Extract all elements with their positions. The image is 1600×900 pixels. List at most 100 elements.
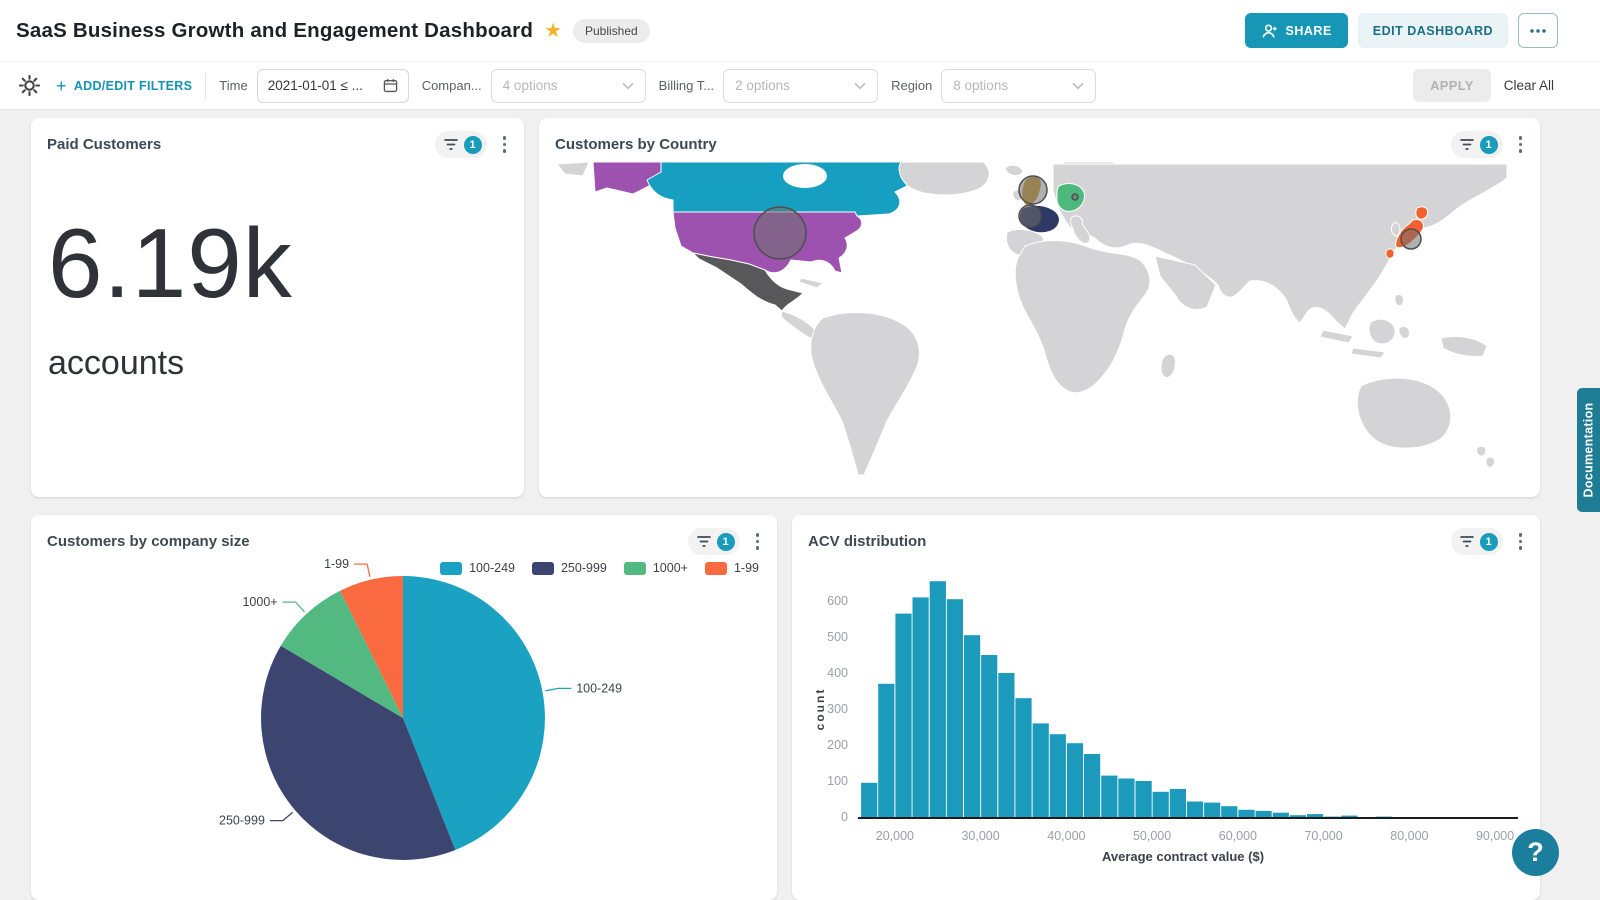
time-filter-value: 2021-01-01 ≤ ... <box>268 78 363 93</box>
map-bubble-japan[interactable] <box>1401 229 1421 249</box>
filter-label-time: Time <box>219 78 247 93</box>
region-africa[interactable] <box>1015 240 1150 392</box>
map-bubble-germany[interactable] <box>1072 194 1078 200</box>
histogram-bar[interactable] <box>1290 815 1306 817</box>
map-bubble-usa[interactable] <box>754 207 806 259</box>
histogram-bar[interactable] <box>964 635 980 817</box>
histogram-bar[interactable] <box>1033 723 1049 817</box>
widget-menu-button[interactable] <box>1514 530 1528 553</box>
favorite-star-icon[interactable]: ★ <box>544 21 562 41</box>
pie-slice-label: 100-249 <box>576 681 622 695</box>
histogram-bar[interactable] <box>861 783 877 817</box>
histogram-bar[interactable] <box>1273 813 1289 817</box>
histogram-bar[interactable] <box>1050 734 1066 817</box>
filter-label-billing: Billing T... <box>659 78 714 93</box>
histogram-bar[interactable] <box>1238 810 1254 817</box>
pie-slice-label: 250-999 <box>219 814 265 828</box>
pie-slice-label: 1-99 <box>324 557 349 571</box>
island-sulawesi[interactable] <box>1399 326 1409 338</box>
filter-bar: + ADD/EDIT FILTERS Time 2021-01-01 ≤ ...… <box>0 62 1600 110</box>
documentation-tab[interactable]: Documentation <box>1577 388 1600 512</box>
histogram-bar[interactable] <box>1256 811 1272 817</box>
help-button[interactable]: ? <box>1512 829 1559 876</box>
y-tick-label: 500 <box>827 630 848 644</box>
histogram-bar[interactable] <box>1015 698 1031 817</box>
country-cuba[interactable] <box>799 278 823 288</box>
y-tick-label: 200 <box>827 738 848 752</box>
histogram-bar[interactable] <box>1170 789 1186 817</box>
x-tick-label: 20,000 <box>876 829 914 843</box>
add-edit-filters-button[interactable]: + ADD/EDIT FILTERS <box>56 77 192 95</box>
histogram-bar[interactable] <box>1118 779 1134 818</box>
y-tick-label: 100 <box>827 774 848 788</box>
billing-type-filter-select[interactable]: 2 options <box>723 69 878 103</box>
chevron-down-icon <box>1072 82 1084 90</box>
plus-icon: + <box>56 77 67 95</box>
filter-count-badge: 1 <box>1480 136 1498 154</box>
funnel-icon <box>1460 138 1474 151</box>
island-sumatra[interactable] <box>1320 330 1353 343</box>
documentation-tab-label: Documentation <box>1582 403 1596 498</box>
country-japan-kyushu[interactable] <box>1386 249 1394 258</box>
region-greenland[interactable] <box>899 162 989 195</box>
region-south-america[interactable] <box>811 312 920 475</box>
widget-filter-indicator[interactable]: 1 <box>1451 131 1503 158</box>
filter-label-company: Compan... <box>422 78 482 93</box>
hudson-bay <box>783 164 827 188</box>
map-bubble-france[interactable] <box>1019 205 1041 227</box>
y-tick-label: 400 <box>827 666 848 680</box>
map-bubble-uk[interactable] <box>1019 176 1047 204</box>
country-iceland[interactable] <box>1005 165 1023 175</box>
histogram-bar[interactable] <box>1084 754 1100 817</box>
histogram-bar[interactable] <box>1204 803 1220 817</box>
x-tick-label: 40,000 <box>1047 829 1085 843</box>
widget-title: ACV distribution <box>808 533 926 550</box>
country-australia[interactable] <box>1357 378 1450 448</box>
histogram-bar[interactable] <box>913 597 929 817</box>
histogram-bar[interactable] <box>1221 806 1237 817</box>
x-tick-label: 80,000 <box>1390 829 1428 843</box>
edit-dashboard-button[interactable]: EDIT DASHBOARD <box>1358 13 1508 48</box>
more-menu-button[interactable] <box>1518 13 1558 48</box>
x-axis-title: Average contract value ($) <box>1102 849 1264 864</box>
histogram-bar[interactable] <box>981 655 997 817</box>
histogram-bar[interactable] <box>895 614 911 817</box>
island-java[interactable] <box>1351 348 1385 358</box>
dashboard-header: SaaS Business Growth and Engagement Dash… <box>0 0 1600 62</box>
widget-menu-button[interactable] <box>498 133 512 156</box>
ellipsis-icon <box>1529 28 1547 34</box>
region-korea[interactable] <box>1391 222 1400 236</box>
apply-button[interactable]: APPLY <box>1413 69 1491 102</box>
island-new-guinea[interactable] <box>1441 336 1487 356</box>
share-button[interactable]: SHARE <box>1245 13 1348 48</box>
widget-filter-indicator[interactable]: 1 <box>435 131 487 158</box>
region-filter-select[interactable]: 8 options <box>941 69 1096 103</box>
histogram-bar[interactable] <box>878 684 894 817</box>
histogram-bar[interactable] <box>1136 781 1152 817</box>
island-borneo[interactable] <box>1369 319 1395 344</box>
histogram-bar[interactable] <box>998 673 1014 817</box>
y-axis-title: count <box>813 688 827 731</box>
histogram-bar[interactable] <box>947 599 963 817</box>
widget-acv-distribution: ACV distribution 1 010020030040050060020… <box>792 515 1540 900</box>
histogram-bar[interactable] <box>1153 792 1169 817</box>
histogram-bar[interactable] <box>1187 802 1203 818</box>
clear-all-button[interactable]: Clear All <box>1504 78 1554 93</box>
time-filter-input[interactable]: 2021-01-01 ≤ ... <box>257 69 409 103</box>
histogram-bar[interactable] <box>1101 776 1117 817</box>
country-madagascar[interactable] <box>1161 354 1175 377</box>
country-japan-hokkaido[interactable] <box>1416 207 1428 219</box>
histogram-bar[interactable] <box>930 581 946 817</box>
widget-filter-indicator[interactable]: 1 <box>1451 528 1503 555</box>
country-germany[interactable] <box>1057 184 1085 212</box>
widget-menu-button[interactable] <box>1514 133 1528 156</box>
company-size-filter-select[interactable]: 4 options <box>491 69 646 103</box>
country-chukotka[interactable] <box>557 162 589 176</box>
country-philippines[interactable] <box>1395 294 1404 305</box>
country-new-zealand[interactable] <box>1477 446 1495 467</box>
pie-chart: 100-249250-9991000+1-99 <box>31 533 777 900</box>
filter-settings-gear-button[interactable] <box>16 72 43 99</box>
histogram-bar[interactable] <box>1341 816 1357 817</box>
histogram-bar[interactable] <box>1067 743 1083 817</box>
histogram-bar[interactable] <box>1307 814 1323 817</box>
